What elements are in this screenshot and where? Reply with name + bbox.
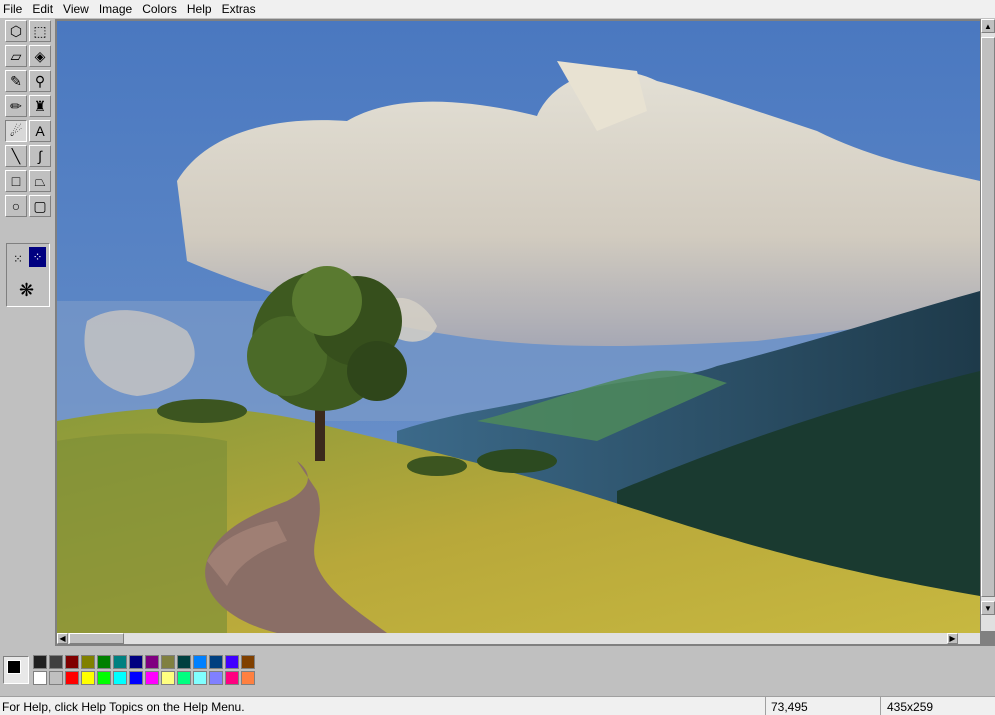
cursor-position: 73,495 xyxy=(771,700,808,714)
palette-swatch[interactable] xyxy=(241,671,255,685)
palette-swatch[interactable] xyxy=(177,655,191,669)
palette-swatch[interactable] xyxy=(225,655,239,669)
polygon-tool[interactable]: ⏢ xyxy=(29,170,51,192)
text-tool[interactable]: A xyxy=(29,120,51,142)
status-help-text: For Help, click Help Topics on the Help … xyxy=(2,700,245,714)
small-spray-option-icon[interactable]: ⁙ xyxy=(13,252,23,266)
scroll-up-button[interactable]: ▲ xyxy=(981,19,995,33)
palette-swatch[interactable] xyxy=(97,655,111,669)
palette-swatch[interactable] xyxy=(193,655,207,669)
scroll-left-button[interactable]: ◀ xyxy=(57,633,68,644)
menu-file[interactable]: File xyxy=(0,0,27,18)
foreground-color[interactable] xyxy=(7,660,21,674)
horizontal-scroll-thumb[interactable] xyxy=(69,633,124,644)
line-tool[interactable]: ╲ xyxy=(5,145,27,167)
palette-swatch[interactable] xyxy=(49,655,63,669)
status-divider xyxy=(880,697,881,715)
palette-swatch[interactable] xyxy=(193,671,207,685)
current-colors[interactable] xyxy=(3,656,29,684)
rounded-rect-tool[interactable]: ▢ xyxy=(29,195,51,217)
status-divider xyxy=(765,697,766,715)
menu-colors[interactable]: Colors xyxy=(137,0,182,18)
palette-swatch[interactable] xyxy=(209,655,223,669)
status-bar: For Help, click Help Topics on the Help … xyxy=(0,696,995,715)
color-picker-tool[interactable]: ✎ xyxy=(5,70,27,92)
palette-swatch[interactable] xyxy=(161,671,175,685)
fill-tool[interactable]: ◈ xyxy=(29,45,51,67)
scroll-right-button[interactable]: ▶ xyxy=(947,633,958,644)
menu-edit[interactable]: Edit xyxy=(27,0,58,18)
pencil-tool[interactable]: ✏ xyxy=(5,95,27,117)
brush-tool[interactable]: ♜ xyxy=(29,95,51,117)
menu-bar: File Edit View Image Colors Help Extras xyxy=(0,0,995,18)
large-spray-option-icon[interactable]: ❋ xyxy=(19,280,34,301)
palette-swatch[interactable] xyxy=(145,655,159,669)
palette-swatch[interactable] xyxy=(81,655,95,669)
medium-spray-option-icon[interactable]: ⁘ xyxy=(29,247,46,267)
palette-swatch[interactable] xyxy=(161,655,175,669)
eraser-tool[interactable]: ▱ xyxy=(5,45,27,67)
palette-swatch[interactable] xyxy=(225,671,239,685)
palette-swatch[interactable] xyxy=(81,671,95,685)
palette-swatch[interactable] xyxy=(65,671,79,685)
magnifier-tool[interactable]: ⚲ xyxy=(29,70,51,92)
menu-extras[interactable]: Extras xyxy=(217,0,261,18)
color-palette xyxy=(0,648,995,693)
palette-swatch[interactable] xyxy=(241,655,255,669)
menu-help[interactable]: Help xyxy=(182,0,217,18)
menu-view[interactable]: View xyxy=(58,0,94,18)
selection-size: 435x259 xyxy=(887,700,934,714)
palette-swatch[interactable] xyxy=(177,671,191,685)
free-select-tool[interactable]: ⬡ xyxy=(5,20,27,42)
tool-options: ⁙ ⁘ ❋ xyxy=(6,243,50,307)
palette-swatch[interactable] xyxy=(113,655,127,669)
rect-select-tool[interactable]: ⬚ xyxy=(29,20,51,42)
horizontal-scrollbar[interactable]: ◀ ▶ xyxy=(57,633,980,644)
palette-swatch[interactable] xyxy=(33,671,47,685)
curve-tool[interactable]: ∫ xyxy=(29,145,51,167)
airbrush-tool[interactable]: ☄ xyxy=(5,120,27,142)
palette-swatch[interactable] xyxy=(97,671,111,685)
palette-swatch[interactable] xyxy=(145,671,159,685)
palette-swatch[interactable] xyxy=(65,655,79,669)
drawing-canvas[interactable] xyxy=(57,21,980,633)
palette-swatch[interactable] xyxy=(113,671,127,685)
scroll-down-button[interactable]: ▼ xyxy=(981,601,995,615)
palette-swatch[interactable] xyxy=(129,655,143,669)
palette-swatch[interactable] xyxy=(33,655,47,669)
palette-swatch[interactable] xyxy=(49,671,63,685)
toolbox: ⬡ ⬚ ▱ ◈ ✎ ⚲ ✏ ♜ ☄ A ╲ ∫ □ ⏢ ○ ▢ ⁙ ⁘ ❋ xyxy=(3,19,53,629)
landscape-painting xyxy=(57,21,980,633)
vertical-scrollbar[interactable]: ▲ ▼ xyxy=(981,19,995,631)
vertical-scroll-thumb[interactable] xyxy=(981,37,995,597)
palette-swatch[interactable] xyxy=(129,671,143,685)
palette-swatch[interactable] xyxy=(209,671,223,685)
menu-image[interactable]: Image xyxy=(94,0,137,18)
rectangle-tool[interactable]: □ xyxy=(5,170,27,192)
ellipse-tool[interactable]: ○ xyxy=(5,195,27,217)
canvas-frame: ▲ ▼ ◀ ▶ xyxy=(55,19,995,646)
